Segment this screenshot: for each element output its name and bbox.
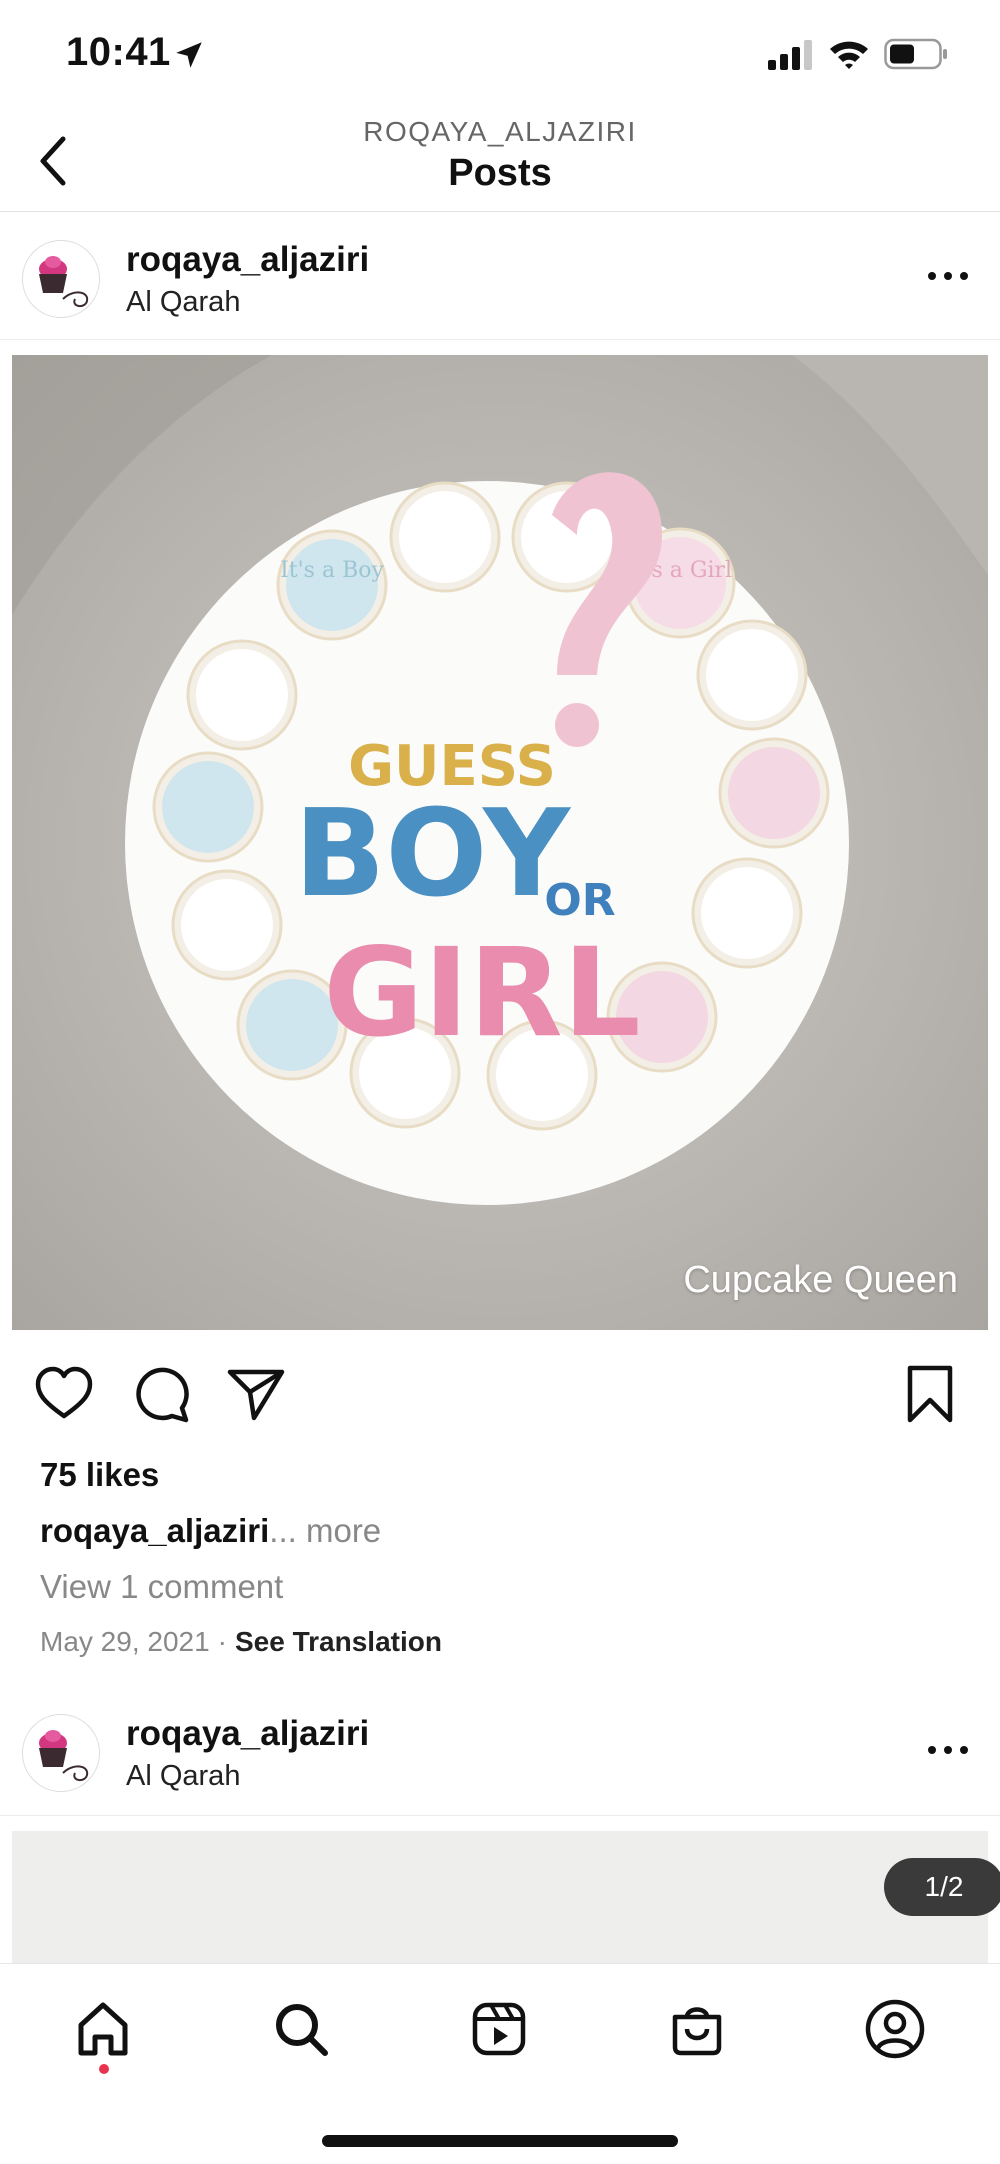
cake-girl-text: GIRL [323, 922, 640, 1064]
location-arrow-icon [176, 42, 202, 68]
view-comments-link[interactable]: View 1 comment [40, 1568, 283, 1606]
tab-search[interactable] [266, 1994, 336, 2064]
cupcake-boy-text: It's a Boy [280, 558, 384, 583]
caption[interactable]: roqaya_aljaziri... more [40, 1512, 381, 1550]
see-translation-link[interactable]: See Translation [235, 1626, 442, 1657]
post-username[interactable]: roqaya_aljaziri [126, 1714, 369, 1754]
search-icon [276, 2004, 328, 2056]
cake-boy-text: BOY [294, 785, 572, 924]
cupcake-tray-illustration: It's a Boy It's a Girl GUESS BOY OR GIRL [12, 355, 988, 1330]
home-indicator[interactable] [322, 2135, 678, 2147]
post-location[interactable]: Al Qarah [126, 1760, 240, 1793]
post-date-line: May 29, 2021 · See Translation [40, 1626, 442, 1658]
tab-shop[interactable] [662, 1994, 732, 2064]
cupcake-logo-icon [39, 256, 89, 307]
post-header: roqaya_aljaziri Al Qarah [0, 214, 1000, 340]
profile-icon [865, 1999, 925, 2059]
share-icon[interactable] [224, 1362, 288, 1426]
bookmark-icon[interactable] [898, 1362, 962, 1426]
image-counter-badge: 1/2 [884, 1858, 1000, 1916]
signal-icon [768, 40, 812, 70]
avatar[interactable] [22, 1714, 100, 1792]
wifi-icon [830, 41, 868, 69]
more-options-button[interactable] [920, 1728, 976, 1772]
comment-icon[interactable] [128, 1362, 192, 1426]
post-username[interactable]: roqaya_aljaziri [126, 240, 369, 280]
status-bar: 10:41 [0, 0, 1000, 110]
page-title: Posts [448, 152, 552, 194]
reels-icon [472, 2002, 526, 2056]
next-post-header: roqaya_aljaziri Al Qarah [0, 1688, 1000, 1816]
next-post-image[interactable] [12, 1831, 988, 1971]
heart-icon[interactable] [32, 1362, 96, 1426]
more-options-button[interactable] [920, 254, 976, 298]
notification-dot [99, 2064, 109, 2074]
date-separator: · [217, 1626, 227, 1657]
home-icon [78, 2002, 128, 2056]
post-date: May 29, 2021 [40, 1626, 210, 1657]
tab-reels[interactable] [464, 1994, 534, 2064]
post-actions [0, 1362, 1000, 1442]
tab-bar [0, 1963, 1000, 2164]
shop-icon [672, 2007, 722, 2056]
page-header: ROQAYA_ALJAZIRI Posts [0, 110, 1000, 212]
tab-profile[interactable] [860, 1994, 930, 2064]
tab-home[interactable] [68, 1994, 138, 2064]
cupcake-logo-icon [39, 1730, 89, 1781]
header-username: ROQAYA_ALJAZIRI [363, 116, 637, 147]
avatar[interactable] [22, 240, 100, 318]
likes-count[interactable]: 75 likes [40, 1456, 159, 1494]
post-location[interactable]: Al Qarah [126, 286, 240, 319]
post-image[interactable]: It's a Boy It's a Girl GUESS BOY OR GIRL… [12, 355, 988, 1330]
battery-icon [884, 38, 947, 70]
caption-more[interactable]: ... more [269, 1512, 381, 1549]
cake-or-text: OR [544, 875, 615, 926]
caption-username[interactable]: roqaya_aljaziri [40, 1512, 269, 1549]
status-time: 10:41 [66, 30, 171, 74]
image-watermark: Cupcake Queen [683, 1259, 958, 1301]
